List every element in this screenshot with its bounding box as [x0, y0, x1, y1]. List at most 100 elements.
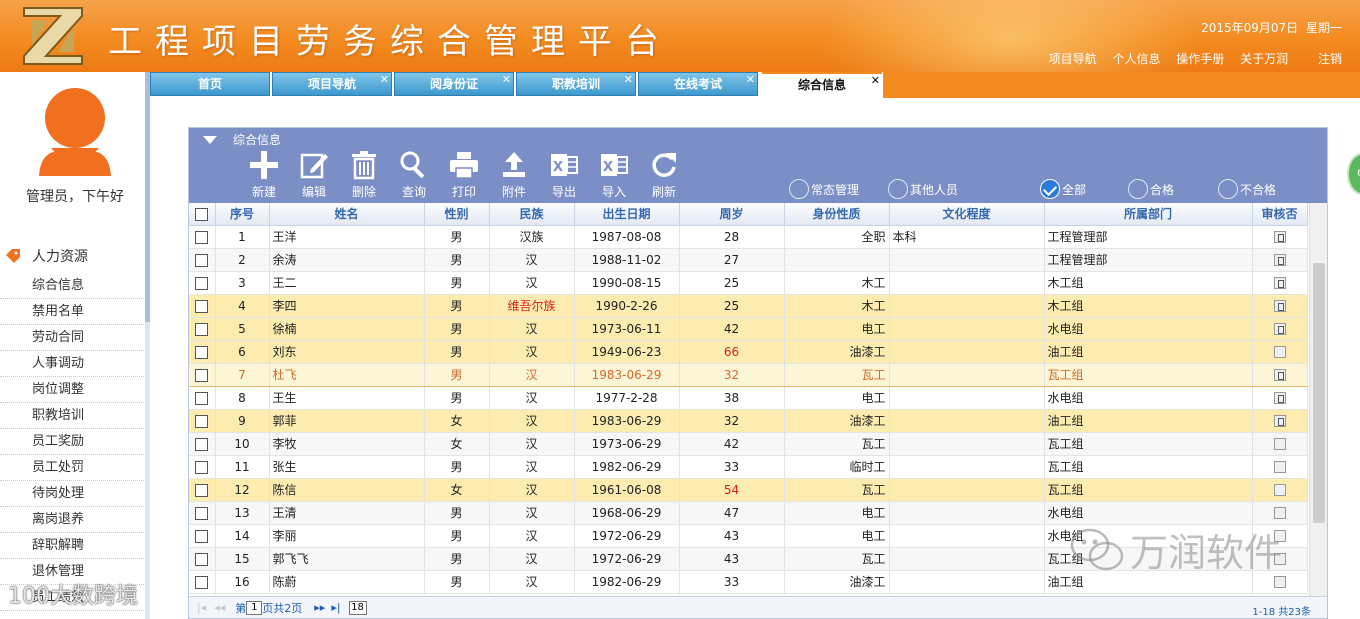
col-nation[interactable]: 民族 — [489, 203, 575, 226]
audit-status-icon[interactable] — [1273, 254, 1286, 266]
search-button[interactable]: 查询 — [394, 150, 434, 200]
row-checkbox[interactable] — [195, 575, 209, 589]
table-row[interactable]: 7 杜飞男汉 1983-06-29 32 瓦工 瓦工组 — [189, 362, 1308, 387]
cell-audit[interactable] — [1252, 225, 1308, 249]
col-no[interactable]: 序号 — [215, 203, 270, 226]
table-row[interactable]: 13 王清男汉 1968-06-29 47 电工 水电组 — [189, 501, 1308, 525]
row-checkbox[interactable] — [195, 552, 209, 566]
cell-audit[interactable] — [1252, 294, 1308, 318]
row-checkbox[interactable] — [195, 460, 209, 474]
cell-audit[interactable] — [1252, 386, 1308, 410]
sidebar-item-reward[interactable]: 员工奖励 — [0, 429, 144, 455]
sidebar-section-hr[interactable]: 人力资源 — [6, 246, 88, 266]
row-checkbox[interactable] — [195, 506, 209, 520]
tab-general-info[interactable]: 综合信息 ✕ — [762, 72, 882, 98]
close-icon[interactable]: ✕ — [380, 69, 389, 91]
row-checkbox[interactable] — [195, 299, 209, 313]
audit-status-icon[interactable] — [1273, 346, 1286, 358]
print-button[interactable]: 打印 — [444, 150, 484, 200]
refresh-button[interactable]: 刷新 — [644, 150, 684, 200]
last-page-icon[interactable]: ▸| — [331, 601, 340, 614]
col-identity[interactable]: 身份性质 — [784, 203, 890, 226]
audit-status-icon[interactable] — [1273, 392, 1286, 404]
row-checkbox[interactable] — [195, 276, 209, 290]
audit-status-icon[interactable] — [1273, 507, 1286, 519]
table-row[interactable]: 1 王洋男汉族 1987-08-08 28 全职 本科 工程管理部 — [189, 225, 1308, 249]
cell-audit[interactable] — [1252, 432, 1308, 456]
tab-training[interactable]: 职教培训 ✕ — [516, 72, 636, 96]
cell-audit[interactable] — [1252, 501, 1308, 525]
close-icon[interactable]: ✕ — [746, 69, 755, 91]
audit-status-icon[interactable] — [1273, 231, 1286, 243]
row-select-cell[interactable] — [189, 547, 216, 571]
panel-title[interactable]: 综合信息 — [203, 131, 281, 148]
row-select-cell[interactable] — [189, 362, 216, 387]
row-checkbox[interactable] — [195, 345, 209, 359]
nav-profile[interactable]: 个人信息 — [1112, 52, 1160, 66]
row-select-cell[interactable] — [189, 455, 216, 479]
audit-status-icon[interactable] — [1273, 438, 1286, 450]
nav-manual[interactable]: 操作手册 — [1176, 52, 1224, 66]
cell-audit[interactable] — [1252, 317, 1308, 341]
collapse-icon[interactable] — [203, 135, 217, 144]
row-select-cell[interactable] — [189, 501, 216, 525]
cell-audit[interactable] — [1252, 478, 1308, 502]
filter-other[interactable]: 其他人员 — [888, 179, 958, 199]
audit-status-icon[interactable] — [1273, 369, 1286, 381]
audit-status-icon[interactable] — [1273, 415, 1286, 427]
row-checkbox[interactable] — [195, 414, 209, 428]
close-icon[interactable]: ✕ — [871, 70, 880, 92]
row-select-cell[interactable] — [189, 478, 216, 502]
audit-status-icon[interactable] — [1273, 300, 1286, 312]
sidebar-item-general-info[interactable]: 综合信息 — [0, 273, 144, 299]
select-all-cell[interactable] — [189, 203, 216, 226]
col-education[interactable]: 文化程度 — [889, 203, 1045, 226]
tab-home[interactable]: 首页 — [150, 72, 270, 96]
row-select-cell[interactable] — [189, 225, 216, 249]
audit-status-icon[interactable] — [1273, 323, 1286, 335]
table-row[interactable]: 3 王二男汉 1990-08-15 25 木工 木工组 — [189, 271, 1308, 295]
close-icon[interactable]: ✕ — [502, 69, 511, 91]
close-icon[interactable]: ✕ — [624, 69, 633, 91]
page-number-input[interactable]: 1 — [246, 600, 263, 615]
row-checkbox[interactable] — [195, 529, 209, 543]
filter-normal[interactable]: 常态管理 — [789, 179, 859, 199]
grid-scrollbar[interactable] — [1309, 203, 1327, 603]
sidebar-item-blacklist[interactable]: 禁用名单 — [0, 299, 144, 325]
sidebar-item-dismissal[interactable]: 辞职解聘 — [0, 533, 144, 559]
row-select-cell[interactable] — [189, 432, 216, 456]
table-row[interactable]: 11 张生男汉 1982-06-29 33 临时工 瓦工组 — [189, 455, 1308, 479]
sidebar-item-standby[interactable]: 待岗处理 — [0, 481, 144, 507]
table-row[interactable]: 8 王生男汉 1977-2-28 38 电工 水电组 — [189, 386, 1308, 410]
table-row[interactable]: 10 李牧女汉 1973-06-29 42 瓦工 瓦工组 — [189, 432, 1308, 456]
row-checkbox[interactable] — [195, 368, 209, 382]
col-age[interactable]: 周岁 — [679, 203, 785, 226]
select-all-checkbox[interactable] — [195, 207, 209, 221]
col-sex[interactable]: 性别 — [424, 203, 490, 226]
nav-about[interactable]: 关于万润 — [1240, 52, 1288, 66]
table-row[interactable]: 4 李四男维吾尔族 1990-2-26 25 木工 木工组 — [189, 294, 1308, 318]
row-select-cell[interactable] — [189, 248, 216, 272]
logout-link[interactable]: 注销 — [1318, 52, 1342, 66]
cell-audit[interactable] — [1252, 455, 1308, 479]
col-department[interactable]: 所属部门 — [1044, 203, 1253, 226]
next-page-icon[interactable]: ▸▸ — [314, 601, 325, 614]
import-button[interactable]: X 导入 — [594, 150, 634, 200]
row-select-cell[interactable] — [189, 386, 216, 410]
tab-id-card[interactable]: 阅身份证 ✕ — [394, 72, 514, 96]
tab-exam[interactable]: 在线考试 ✕ — [638, 72, 758, 96]
row-checkbox[interactable] — [195, 483, 209, 497]
audit-status-icon[interactable] — [1273, 484, 1286, 496]
sidebar-item-training[interactable]: 职教培训 — [0, 403, 144, 429]
prev-page-icon[interactable]: ◂◂ — [214, 601, 225, 614]
page-size-select[interactable]: 18 — [348, 600, 367, 615]
sidebar-item-contract[interactable]: 劳动合同 — [0, 325, 144, 351]
cell-audit[interactable] — [1252, 248, 1308, 272]
first-page-icon[interactable]: |◂ — [197, 601, 206, 614]
audit-status-icon[interactable] — [1273, 277, 1286, 289]
cell-audit[interactable] — [1252, 362, 1308, 387]
col-audit[interactable]: 审核否 — [1252, 203, 1308, 226]
new-button[interactable]: 新建 — [244, 150, 284, 200]
nav-project[interactable]: 项目导航 — [1049, 52, 1097, 66]
row-select-cell[interactable] — [189, 524, 216, 548]
